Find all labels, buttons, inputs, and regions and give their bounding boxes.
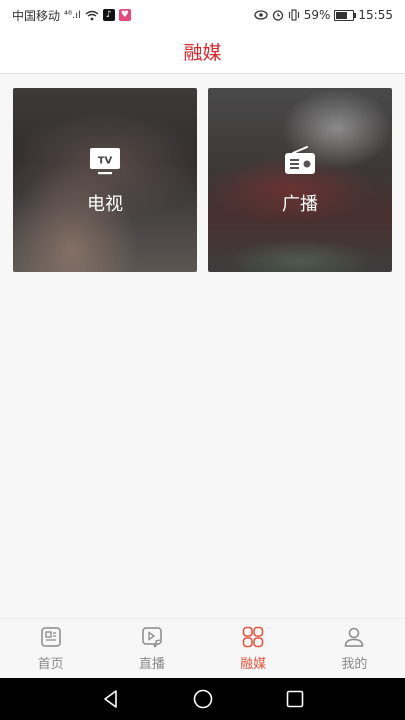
user-icon xyxy=(345,627,364,647)
heart-app-icon: ♥ xyxy=(118,9,131,21)
status-bar: 中国移动 ⁴⁶.ıl ♪ ♥ 59% 15:55 xyxy=(0,0,405,30)
recents-icon[interactable] xyxy=(284,688,306,710)
tv-card-label: 电视 xyxy=(87,194,123,215)
nav-label-live: 直播 xyxy=(138,657,165,672)
status-left: 中国移动 ⁴⁶.ıl ♪ ♥ xyxy=(12,7,131,24)
tv-card[interactable]: TV 电视 xyxy=(13,88,197,272)
radio-card-label: 广播 xyxy=(282,194,318,215)
nav-item-live[interactable]: 直播 xyxy=(101,619,202,678)
nav-label-media: 融媒 xyxy=(240,657,267,672)
tv-icon: TV xyxy=(90,148,120,175)
tiktok-icon: ♪ xyxy=(102,9,115,21)
signal-icon: ⁴⁶.ıl xyxy=(64,9,81,21)
carrier-name: 中国移动 xyxy=(12,8,61,23)
home-circle-icon[interactable] xyxy=(192,688,214,710)
tv-icon-text: TV xyxy=(98,156,113,167)
nav-item-home[interactable]: 首页 xyxy=(0,619,101,678)
battery-icon xyxy=(334,9,357,21)
clock-time: 15:55 xyxy=(358,8,393,22)
grid-icon xyxy=(242,626,264,648)
back-icon[interactable] xyxy=(100,688,122,710)
page-title: 融媒 xyxy=(183,42,222,64)
nav-item-media[interactable]: 融媒 xyxy=(203,619,304,678)
battery-percent: 59% xyxy=(303,8,331,22)
live-video-icon xyxy=(142,627,162,648)
eye-icon xyxy=(254,10,268,20)
wifi-icon xyxy=(85,10,99,20)
radio-icon xyxy=(285,146,315,174)
radio-card[interactable]: 广播 xyxy=(208,88,392,272)
alarm-icon xyxy=(272,10,283,21)
bottom-nav: 首页 直播 融媒 我的 xyxy=(0,618,405,678)
app-header: 融媒 xyxy=(0,30,405,74)
newspaper-icon xyxy=(40,627,61,647)
nav-item-profile[interactable]: 我的 xyxy=(304,619,405,678)
status-right: 59% 15:55 xyxy=(254,8,393,22)
system-nav-bar xyxy=(0,678,405,720)
vibrate-icon xyxy=(288,9,299,21)
nav-label-home: 首页 xyxy=(37,657,64,672)
tv-card-overlay: TV 电视 xyxy=(13,88,197,272)
radio-card-overlay: 广播 xyxy=(208,88,392,272)
nav-label-profile: 我的 xyxy=(341,657,368,672)
